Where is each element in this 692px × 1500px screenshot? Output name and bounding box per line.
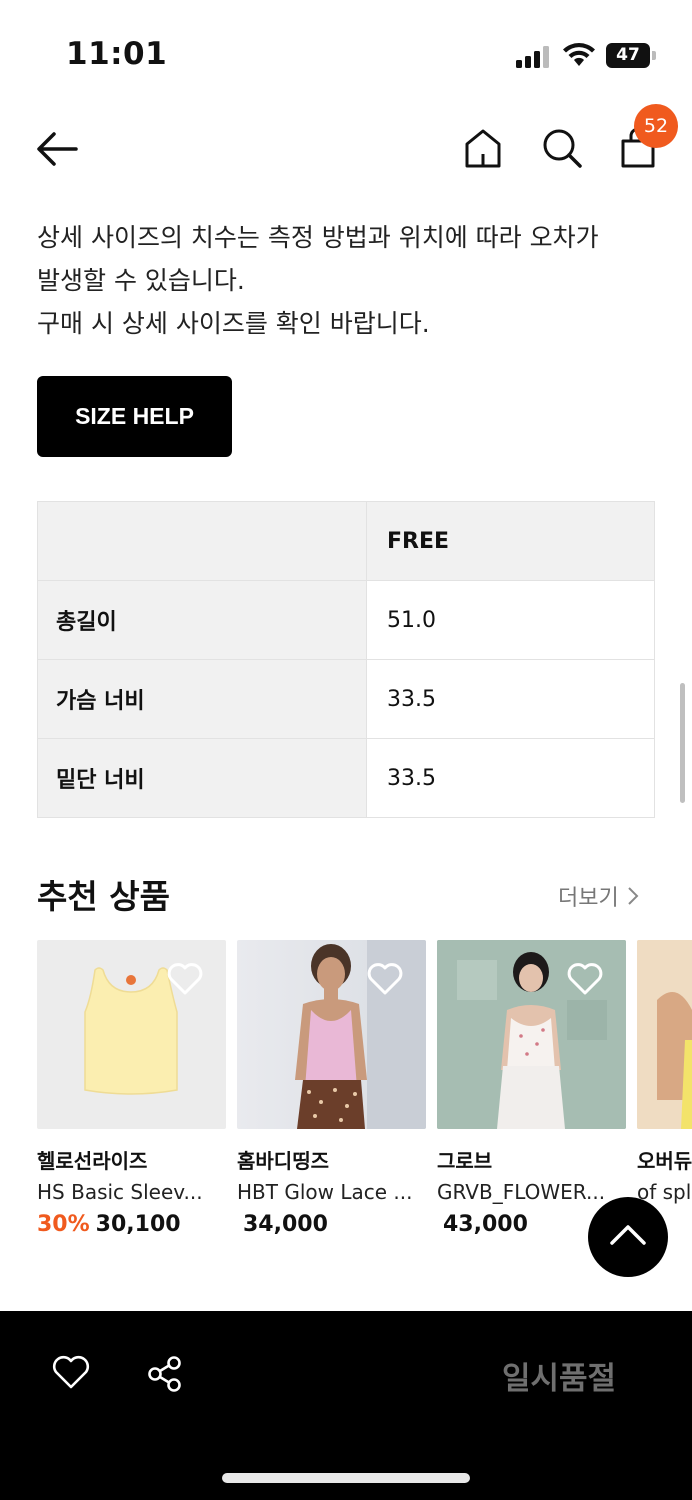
- product-card[interactable]: 홈바디띵즈 HBT Glow Lace ... 34,000: [237, 940, 426, 1237]
- product-price: 30,100: [95, 1212, 181, 1237]
- product-card[interactable]: 오버듀 of spli %: [637, 940, 692, 1237]
- product-card[interactable]: 헬로선라이즈 HS Basic Sleev... 30% 30,100: [37, 940, 226, 1237]
- product-brand: 헬로선라이즈: [37, 1149, 148, 1173]
- row-value: 33.5: [366, 659, 655, 739]
- cellular-signal-icon: [516, 46, 552, 68]
- recommend-title: 추천 상품: [37, 877, 170, 916]
- product-name: HS Basic Sleev...: [37, 1180, 203, 1204]
- product-card[interactable]: 그로브 GRVB_FLOWER... 43,000: [437, 940, 626, 1237]
- notice-line: 발생할 수 있습니다.: [37, 266, 245, 295]
- bottom-action-bar: 일시품절: [0, 1311, 692, 1500]
- product-name: HBT Glow Lace ...: [237, 1180, 413, 1204]
- product-brand: 오버듀: [637, 1149, 692, 1173]
- top-nav: [0, 110, 692, 190]
- table-corner-cell: [37, 501, 367, 581]
- status-time: 11:01: [66, 36, 168, 72]
- size-help-button[interactable]: SIZE HELP: [37, 376, 232, 457]
- size-notice: 상세 사이즈의 치수는 측정 방법과 위치에 따라 오차가 발생할 수 있습니다…: [37, 216, 667, 345]
- battery-level: 47: [606, 43, 650, 68]
- product-price: 34,000: [243, 1212, 328, 1237]
- product-price-row: 34,000: [237, 1212, 426, 1237]
- product-carousel[interactable]: 헬로선라이즈 HS Basic Sleev... 30% 30,100 홈바디띵즈…: [37, 940, 692, 1260]
- more-link-label: 더보기: [558, 886, 619, 911]
- battery-icon: 47: [606, 43, 656, 68]
- product-image[interactable]: [437, 940, 626, 1129]
- product-discount: 30%: [37, 1212, 90, 1237]
- row-label: 가슴 너비: [37, 659, 367, 739]
- table-row: 총길이 51.0: [37, 580, 655, 660]
- table-header-row: FREE: [37, 501, 655, 581]
- row-value: 33.5: [366, 738, 655, 818]
- table-row: 밑단 너비 33.5: [37, 738, 655, 818]
- product-name: GRVB_FLOWER...: [437, 1180, 606, 1204]
- back-arrow-icon[interactable]: [34, 128, 80, 170]
- home-indicator: [222, 1473, 470, 1483]
- heart-icon[interactable]: [366, 962, 404, 996]
- heart-icon[interactable]: [166, 962, 204, 996]
- size-table: FREE 총길이 51.0 가슴 너비 33.5 밑단 너비 33.5: [37, 501, 655, 818]
- row-label: 총길이: [37, 580, 367, 660]
- product-image[interactable]: [37, 940, 226, 1129]
- product-price-row: 30% 30,100: [37, 1212, 226, 1237]
- row-value: 51.0: [366, 580, 655, 660]
- cart-count-badge: 52: [634, 104, 678, 148]
- size-column-header: FREE: [366, 501, 655, 581]
- notice-line: 구매 시 상세 사이즈를 확인 바랍니다.: [37, 309, 430, 338]
- row-label: 밑단 너비: [37, 738, 367, 818]
- heart-icon[interactable]: [566, 962, 604, 996]
- product-image[interactable]: [637, 940, 692, 1129]
- product-image[interactable]: [237, 940, 426, 1129]
- status-bar: 11:01 47: [0, 0, 692, 100]
- product-brand: 그로브: [437, 1149, 493, 1173]
- chevron-right-icon: [628, 887, 639, 905]
- sold-out-label: 일시품절: [502, 1361, 617, 1397]
- search-icon[interactable]: [540, 126, 584, 170]
- scroll-to-top-button[interactable]: [588, 1197, 668, 1277]
- home-icon[interactable]: [462, 126, 504, 170]
- notice-line: 상세 사이즈의 치수는 측정 방법과 위치에 따라 오차가: [37, 223, 599, 252]
- page-scrollbar[interactable]: [680, 683, 685, 803]
- product-price: 43,000: [443, 1212, 528, 1237]
- more-link[interactable]: 더보기: [558, 880, 639, 912]
- wifi-icon: [563, 43, 595, 66]
- chevron-up-icon: [610, 1225, 646, 1245]
- heart-icon[interactable]: [52, 1355, 90, 1391]
- table-row: 가슴 너비 33.5: [37, 659, 655, 739]
- product-brand: 홈바디띵즈: [237, 1149, 329, 1173]
- share-icon[interactable]: [146, 1355, 184, 1393]
